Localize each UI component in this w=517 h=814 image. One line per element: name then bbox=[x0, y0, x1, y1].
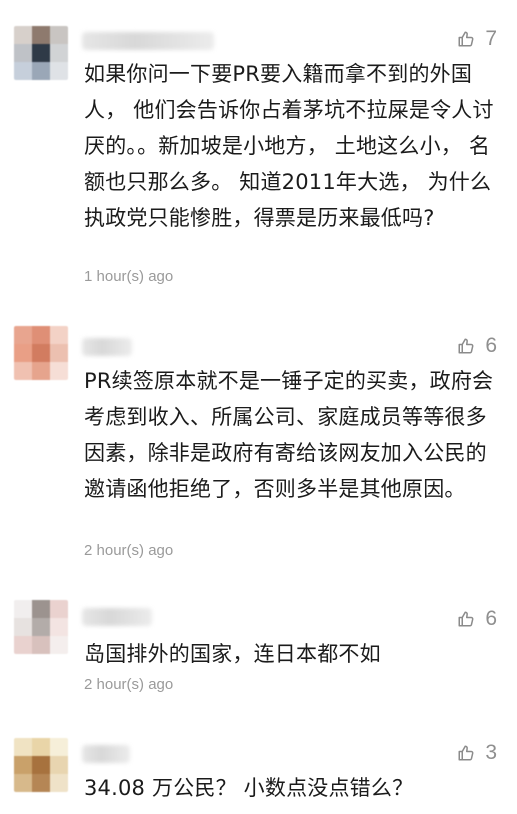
avatar[interactable] bbox=[14, 738, 68, 792]
avatar-pixel bbox=[32, 26, 50, 44]
like-count: 6 bbox=[485, 334, 497, 357]
avatar-pixel bbox=[32, 618, 50, 636]
avatar-pixel bbox=[14, 362, 32, 380]
like-button[interactable]: 6 bbox=[457, 335, 497, 356]
comment-text: 34.08 万公民？ 小数点没点错么？ bbox=[84, 776, 414, 800]
avatar-pixel bbox=[14, 774, 32, 792]
avatar[interactable] bbox=[14, 26, 68, 80]
avatar-pixel bbox=[14, 756, 32, 774]
avatar-pixel bbox=[14, 600, 32, 618]
avatar-pixel bbox=[14, 344, 32, 362]
avatar-pixel bbox=[50, 26, 68, 44]
avatar-pixel bbox=[32, 636, 50, 654]
thumbs-up-icon bbox=[457, 744, 475, 762]
avatar-pixel bbox=[32, 756, 50, 774]
comment-text: PR续签原本就不是一锤子定的买卖，政府会考虑到收入、所属公司、家庭成员等等很多因… bbox=[84, 369, 494, 501]
avatar-pixel bbox=[14, 636, 32, 654]
comment-item: 6 PR续签原本就不是一锤子定的买卖，政府会考虑到收入、所属公司、家庭成员等等很… bbox=[0, 300, 517, 570]
comment-item: 3 34.08 万公民？ 小数点没点错么？ bbox=[0, 710, 517, 814]
avatar-pixel bbox=[50, 326, 68, 344]
avatar-pixel bbox=[14, 326, 32, 344]
thumbs-up-icon bbox=[457, 337, 475, 355]
comment-text: 如果你问一下要PR要入籍而拿不到的外国人， 他们会告诉你占着茅坑不拉屎是令人讨厌… bbox=[84, 62, 494, 230]
comment-item: 6 岛国排外的国家，连日本都不如 2 hour(s) ago bbox=[0, 570, 517, 710]
comment-time: 2 hour(s) ago bbox=[84, 542, 174, 559]
like-button[interactable]: 6 bbox=[457, 608, 497, 629]
like-count: 3 bbox=[485, 741, 497, 764]
avatar-pixel bbox=[50, 774, 68, 792]
username-blurred[interactable] bbox=[82, 338, 132, 356]
like-button[interactable]: 3 bbox=[457, 742, 497, 763]
thumbs-up-icon bbox=[457, 30, 475, 48]
comment-time: 1 hour(s) ago bbox=[84, 268, 174, 285]
avatar-pixel bbox=[50, 738, 68, 756]
username-blurred[interactable] bbox=[82, 608, 152, 626]
comment-text: 岛国排外的国家，连日本都不如 bbox=[84, 642, 381, 666]
avatar-pixel bbox=[50, 362, 68, 380]
avatar-pixel bbox=[14, 738, 32, 756]
avatar-pixel bbox=[50, 44, 68, 62]
username-blurred[interactable] bbox=[82, 745, 130, 763]
avatar-pixel bbox=[50, 344, 68, 362]
avatar-pixel bbox=[50, 756, 68, 774]
username-blurred[interactable] bbox=[82, 32, 214, 50]
avatar-pixel bbox=[14, 44, 32, 62]
avatar-pixel bbox=[32, 62, 50, 80]
avatar-pixel bbox=[32, 738, 50, 756]
avatar-pixel bbox=[32, 326, 50, 344]
comment-time: 2 hour(s) ago bbox=[84, 676, 174, 693]
like-count: 6 bbox=[485, 607, 497, 630]
avatar-pixel bbox=[50, 600, 68, 618]
avatar[interactable] bbox=[14, 326, 68, 380]
avatar-pixel bbox=[32, 600, 50, 618]
avatar-pixel bbox=[50, 636, 68, 654]
comment-item: 7 如果你问一下要PR要入籍而拿不到的外国人， 他们会告诉你占着茅坑不拉屎是令人… bbox=[0, 0, 517, 300]
like-button[interactable]: 7 bbox=[457, 28, 497, 49]
avatar-pixel bbox=[14, 618, 32, 636]
avatar-pixel bbox=[14, 62, 32, 80]
avatar-pixel bbox=[32, 362, 50, 380]
avatar[interactable] bbox=[14, 600, 68, 654]
avatar-pixel bbox=[14, 26, 32, 44]
thumbs-up-icon bbox=[457, 610, 475, 628]
avatar-pixel bbox=[32, 344, 50, 362]
avatar-pixel bbox=[50, 618, 68, 636]
like-count: 7 bbox=[485, 27, 497, 50]
avatar-pixel bbox=[50, 62, 68, 80]
avatar-pixel bbox=[32, 774, 50, 792]
avatar-pixel bbox=[32, 44, 50, 62]
